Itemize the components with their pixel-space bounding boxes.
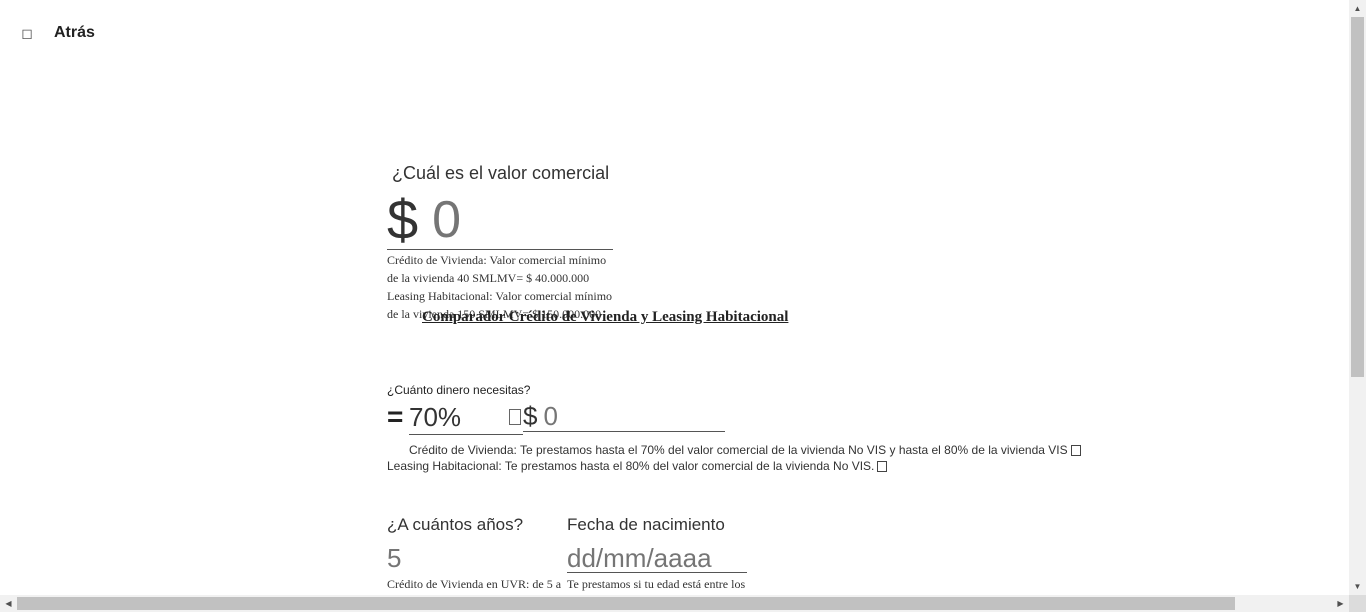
- loan-amount-help: Crédito de Vivienda: Te prestamos hasta …: [387, 442, 1081, 474]
- equals-sign: =: [387, 401, 404, 432]
- percent-select[interactable]: 70%: [409, 400, 523, 435]
- loan-amount-field: $: [523, 399, 725, 432]
- help-line: Crédito de Vivienda: Valor comercial mín…: [387, 253, 607, 267]
- scrollbar-corner: [1349, 595, 1366, 612]
- help-line: Leasing Habitacional: Valor comercial mí…: [387, 289, 613, 303]
- help-line: Leasing Habitacional: Te prestamos hasta…: [387, 459, 875, 473]
- term-question: ¿A cuántos años?: [387, 515, 524, 534]
- scroll-down-icon[interactable]: ▼: [1349, 578, 1366, 595]
- scroll-up-icon[interactable]: ▲: [1349, 0, 1366, 17]
- vertical-scrollbar[interactable]: ▲ ▼: [1349, 0, 1366, 595]
- back-button[interactable]: ◻ Atrás: [20, 22, 95, 44]
- help-line: Crédito de Vivienda: Te prestamos hasta …: [409, 443, 1068, 457]
- scroll-left-icon[interactable]: ◀: [0, 595, 17, 612]
- horizontal-scrollbar[interactable]: ◀ ▶: [0, 595, 1349, 612]
- currency-symbol: $: [387, 188, 419, 251]
- loan-amount-input[interactable]: [543, 399, 694, 432]
- currency-symbol: $: [523, 400, 538, 431]
- birthdate-input[interactable]: [567, 544, 747, 573]
- dropdown-icon[interactable]: [509, 409, 521, 425]
- birthdate-field: [567, 544, 747, 573]
- info-icon[interactable]: [1070, 445, 1081, 457]
- term-field: [387, 544, 557, 573]
- loan-amount-question: ¿Cuánto dinero necesitas?: [387, 383, 531, 397]
- property-value-input[interactable]: [432, 191, 593, 249]
- info-icon[interactable]: [877, 461, 888, 473]
- percent-value: 70%: [409, 402, 462, 432]
- property-value-question: ¿Cuál es el valor comercial de la vivien…: [392, 163, 614, 183]
- birthdate-question: Fecha de nacimiento: [567, 515, 725, 534]
- term-input[interactable]: [387, 544, 557, 573]
- vertical-scroll-thumb[interactable]: [1351, 17, 1364, 377]
- back-icon: ◻: [21, 25, 33, 41]
- back-label: Atrás: [54, 24, 95, 41]
- horizontal-scroll-thumb[interactable]: [17, 597, 1235, 610]
- help-line: de la vivienda 40 SMLMV= $ 40.000.000: [387, 271, 590, 285]
- comparador-link[interactable]: Comparador Crédito de Vivienda y Leasing…: [422, 309, 788, 326]
- scroll-right-icon[interactable]: ▶: [1332, 595, 1349, 612]
- property-value-field: $: [387, 188, 613, 251]
- term-help: Crédito de Vivienda en UVR: de 5 a: [387, 577, 562, 591]
- birthdate-help: Te prestamos si tu edad está entre los: [567, 577, 746, 591]
